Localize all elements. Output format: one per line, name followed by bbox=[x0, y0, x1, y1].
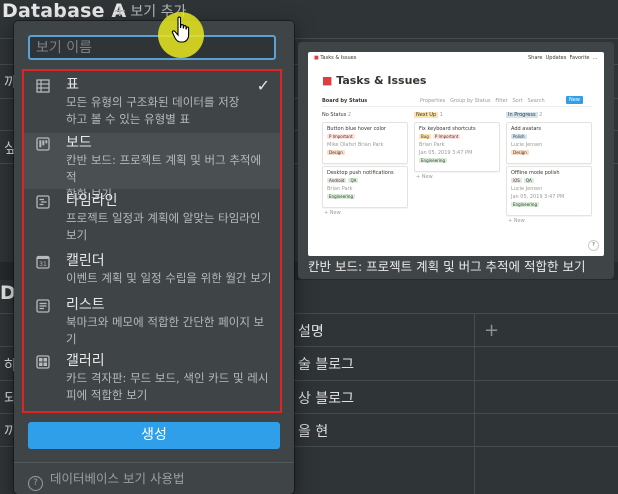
preview-card: Fix keyboard shortcuts Bug P Important Br… bbox=[414, 122, 500, 172]
preview-card: Button blue hover color P Important Mike… bbox=[322, 122, 408, 164]
view-type-name: 갤러리 bbox=[66, 353, 105, 369]
preview-new-button: New bbox=[566, 96, 583, 104]
view-type-name: 타임라인 bbox=[66, 193, 118, 209]
column-header-description[interactable]: 설명 bbox=[298, 321, 324, 341]
view-type-name: 캘린더 bbox=[66, 253, 105, 269]
view-type-name: 리스트 bbox=[66, 297, 105, 313]
preview-new-card: + New bbox=[508, 218, 525, 224]
preview-breadcrumb: ■ Tasks & Issues bbox=[314, 55, 357, 61]
preview-card: Desktop push notifications Android QA Bri… bbox=[322, 166, 408, 208]
preview-column-header: Next Up 1 bbox=[414, 112, 443, 118]
add-view-popup: 표 모든 유형의 구조화된 데이터를 저장하고 볼 수 있는 유형별 표 ✓ 보… bbox=[14, 21, 294, 494]
view-type-description: 카드 격자판: 무드 보드, 색인 카드 및 레시 피에 적합한 보기 bbox=[66, 371, 269, 402]
list-icon bbox=[36, 299, 50, 313]
view-type-description: 이벤트 계획 및 일정 수립을 위한 월간 보기 bbox=[66, 271, 272, 285]
preview-card: Offline mode polish iOS QA Lucie Jensen J… bbox=[506, 166, 592, 216]
timeline-icon bbox=[36, 195, 50, 209]
view-name-input[interactable] bbox=[28, 35, 276, 60]
preview-toolbar: Properties Group by Status Filter Sort S… bbox=[420, 98, 545, 104]
table-cell[interactable]: 상 블로그 bbox=[298, 388, 354, 408]
add-column-icon[interactable]: + bbox=[484, 320, 499, 341]
table-icon bbox=[36, 79, 50, 93]
calendar-icon: 31 bbox=[36, 255, 50, 269]
board-icon bbox=[36, 137, 50, 151]
svg-text:31: 31 bbox=[39, 261, 47, 268]
preview-view-selector: Board by Status bbox=[322, 98, 368, 104]
view-type-description: 북마크와 메모에 적합한 간단한 페이지 보기 bbox=[66, 315, 265, 346]
table-cell[interactable]: 술 블로그 bbox=[298, 354, 354, 374]
view-type-name: 표 bbox=[66, 77, 79, 93]
preview-title: ■ Tasks & Issues bbox=[322, 74, 427, 87]
view-type-gallery[interactable]: 갤러리 카드 격자판: 무드 보드, 색인 카드 및 레시 피에 적합한 보기 bbox=[24, 351, 280, 407]
view-type-list[interactable]: 리스트 북마크와 메모에 적합한 간단한 페이지 보기 bbox=[24, 295, 280, 346]
table-cell[interactable]: 을 현 bbox=[298, 421, 328, 441]
view-type-description: 모든 유형의 구조화된 데이터를 저장 하고 볼 수 있는 유형별 표 bbox=[66, 95, 240, 126]
selected-check-icon: ✓ bbox=[256, 76, 270, 95]
preview-new-card: + New bbox=[324, 210, 341, 216]
popup-divider bbox=[14, 462, 294, 463]
preview-new-card: + New bbox=[416, 174, 433, 180]
help-link[interactable]: ? 데이터베이스 보기 사용법 bbox=[28, 468, 184, 491]
database-title: Database A bbox=[2, 0, 127, 22]
preview-caption: 칸반 보드: 프로젝트 계획 및 버그 추적에 적합한 보기 bbox=[308, 259, 586, 274]
view-type-description: 프로젝트 일정과 계획에 알맞는 타임라인 보기 bbox=[66, 211, 261, 242]
preview-help-icon: ? bbox=[588, 240, 599, 251]
help-label: 데이터베이스 보기 사용법 bbox=[50, 471, 185, 486]
view-preview-panel: ■ Tasks & Issues Share Updates Favorite … bbox=[298, 42, 614, 279]
hand-cursor-icon bbox=[171, 16, 190, 43]
help-icon: ? bbox=[28, 476, 43, 491]
preview-divider bbox=[322, 106, 592, 107]
view-type-name: 보드 bbox=[66, 135, 92, 151]
preview-column-header: No Status 2 bbox=[322, 112, 352, 118]
view-type-table[interactable]: 표 모든 유형의 구조화된 데이터를 저장 하고 볼 수 있는 유형별 표 ✓ bbox=[24, 75, 280, 132]
board-preview-image: ■ Tasks & Issues Share Updates Favorite … bbox=[308, 52, 604, 256]
table-column-divider bbox=[474, 313, 475, 494]
view-type-board[interactable]: 보드 칸반 보드: 프로젝트 계획 및 버그 추적에 적 합한 보기 bbox=[24, 133, 280, 201]
create-view-button[interactable]: 생성 bbox=[28, 422, 280, 449]
preview-top-actions: Share Updates Favorite ... bbox=[528, 55, 598, 61]
plus-icon: + bbox=[113, 1, 127, 20]
view-type-timeline[interactable]: 타임라인 프로젝트 일정과 계획에 알맞는 타임라인 보기 bbox=[24, 191, 280, 247]
preview-column-header: In Progress 2 bbox=[506, 112, 543, 118]
gallery-icon bbox=[36, 355, 50, 369]
preview-card: Add avatars Polish Lucie Jensen Design bbox=[506, 122, 592, 164]
view-type-calendar[interactable]: 31 캘린더 이벤트 계획 및 일정 수립을 위한 월간 보기 bbox=[24, 251, 280, 291]
